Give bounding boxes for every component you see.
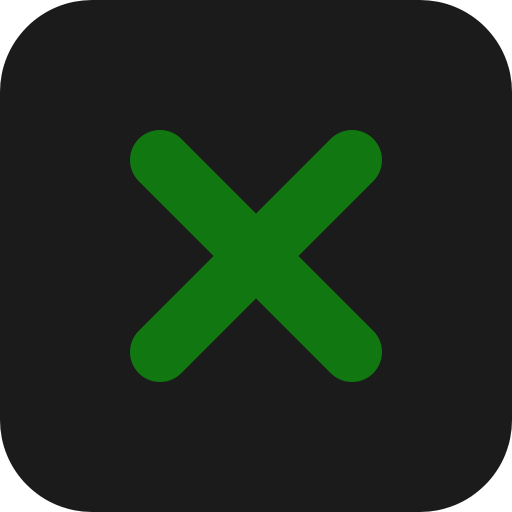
app-icon-tile[interactable] [0, 0, 512, 512]
close-icon [130, 130, 382, 382]
